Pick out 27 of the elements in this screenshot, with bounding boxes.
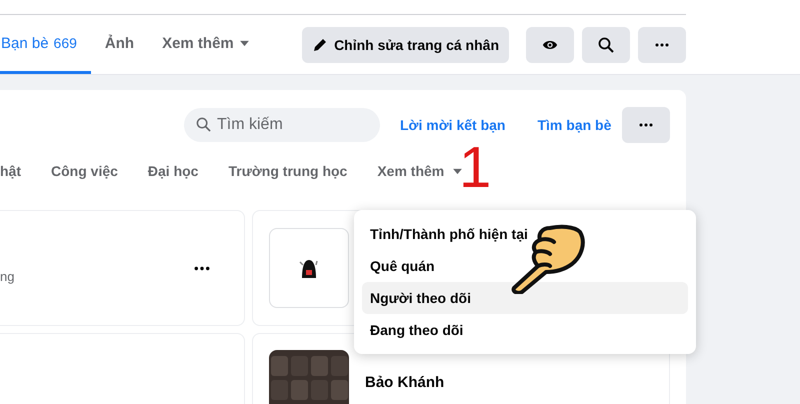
search-button[interactable] [582, 26, 630, 62]
search-icon [598, 36, 614, 52]
profile-tab[interactable]: Xem thêm [148, 15, 264, 74]
menu-item[interactable]: Người theo dõi [362, 282, 688, 314]
menu-item[interactable]: Tỉnh/Thành phố hiện tại [362, 218, 688, 250]
profile-tab[interactable]: Bạn bè 669 [0, 15, 91, 74]
friend-subtitle: ng [0, 268, 14, 284]
more-icon [639, 123, 653, 127]
menu-item[interactable]: Quê quán [362, 250, 688, 282]
filter-tab[interactable]: Công việc [51, 163, 118, 179]
edit-profile-button[interactable]: Chỉnh sửa trang cá nhân [302, 26, 509, 62]
pencil-icon [312, 36, 328, 52]
caret-icon [452, 168, 464, 174]
profile-tab[interactable]: Ảnh [90, 15, 148, 74]
avatar[interactable] [269, 228, 349, 308]
more-icon [194, 266, 210, 270]
filter-tab[interactable]: Đại học [148, 163, 198, 179]
view-as-button[interactable] [526, 26, 574, 62]
link[interactable]: Lời mời kết bạn [400, 109, 506, 141]
caret-icon [238, 40, 250, 46]
link[interactable]: Tìm bạn bè [537, 109, 612, 141]
filter-tab[interactable]: Trường trung học [228, 163, 348, 179]
menu-item[interactable]: Đang theo dõi [362, 314, 688, 346]
friend-name[interactable]: Bảo Khánh [365, 374, 444, 391]
filter-tab[interactable]: hật [0, 163, 21, 179]
more-icon [655, 42, 669, 46]
search-field[interactable]: Tìm kiếm [184, 108, 380, 142]
